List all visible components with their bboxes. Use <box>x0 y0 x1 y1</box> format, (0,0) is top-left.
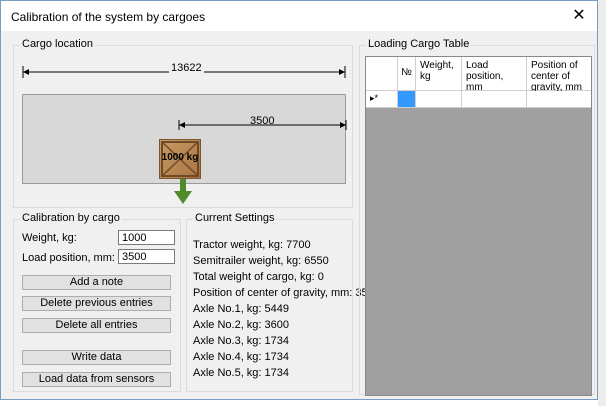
new-row-header[interactable]: ▸* <box>366 91 398 108</box>
calibration-label: Calibration by cargo <box>20 212 122 224</box>
axle-2-text: Axle No.2, kg: 3600 <box>193 319 290 331</box>
delete-previous-button[interactable]: Delete previous entries <box>22 296 171 311</box>
new-row-load-position-cell[interactable] <box>462 91 527 108</box>
new-row-number-cell[interactable] <box>398 91 416 108</box>
load-position-input[interactable] <box>118 249 175 264</box>
tractor-weight-text: Tractor weight, kg: 7700 <box>193 239 311 251</box>
load-sensors-button[interactable]: Load data from sensors <box>22 372 171 387</box>
loading-table-label: Loading Cargo Table <box>366 38 472 50</box>
load-position-value: 3500 <box>250 115 275 127</box>
background-window-edge <box>598 0 606 406</box>
add-note-button[interactable]: Add a note <box>22 275 171 290</box>
current-settings-label: Current Settings <box>193 212 277 224</box>
row-header-corner <box>366 57 398 91</box>
calibration-dialog: Calibration of the system by cargoes ✕ C… <box>0 0 598 400</box>
column-header-load-position[interactable]: Load position, mm <box>462 57 527 93</box>
total-cargo-weight-text: Total weight of cargo, kg: 0 <box>193 271 324 283</box>
axle-3-text: Axle No.3, kg: 1734 <box>193 335 290 347</box>
axle-5-text: Axle No.5, kg: 1734 <box>193 367 290 379</box>
column-header-weight[interactable]: Weight, kg <box>416 57 462 91</box>
column-header-number[interactable]: № <box>398 57 416 91</box>
semitrailer-weight-text: Semitrailer weight, kg: 6550 <box>193 255 329 267</box>
axle-4-text: Axle No.4, kg: 1734 <box>193 351 290 363</box>
cargo-location-group: Cargo location 13622 3500 1000 kg <box>13 38 353 208</box>
load-position-label: Load position, mm: <box>22 252 115 264</box>
weight-input[interactable] <box>118 230 175 245</box>
title-bar: Calibration of the system by cargoes ✕ <box>1 1 597 31</box>
loading-cargo-table[interactable]: № Weight, kg Load position, mm Position … <box>365 56 592 396</box>
cargo-location-label: Cargo location <box>20 38 95 50</box>
center-of-gravity-text: Position of center of gravity, mm: 3586 <box>193 287 380 299</box>
close-icon[interactable]: ✕ <box>569 6 589 26</box>
new-row-weight-cell[interactable] <box>416 91 462 108</box>
crate-weight-label: 1000 kg <box>161 152 199 163</box>
calibration-group: Calibration by cargo Weight, kg: Load po… <box>13 212 181 392</box>
loading-table-group: Loading Cargo Table № Weight, kg Load po… <box>359 38 595 396</box>
down-arrow-icon <box>174 179 192 204</box>
window-title: Calibration of the system by cargoes <box>11 10 206 24</box>
current-settings-group: Current Settings Tractor weight, kg: 770… <box>186 212 380 392</box>
cargo-crate[interactable]: 1000 kg <box>159 139 201 179</box>
total-length-value: 13622 <box>169 62 204 74</box>
write-data-button[interactable]: Write data <box>22 350 171 365</box>
new-row-center-of-gravity-cell[interactable] <box>527 91 591 108</box>
delete-all-button[interactable]: Delete all entries <box>22 318 171 333</box>
column-header-center-of-gravity[interactable]: Position of center of gravity, mm <box>527 57 591 93</box>
axle-1-text: Axle No.1, kg: 5449 <box>193 303 290 315</box>
weight-label: Weight, kg: <box>22 232 77 244</box>
